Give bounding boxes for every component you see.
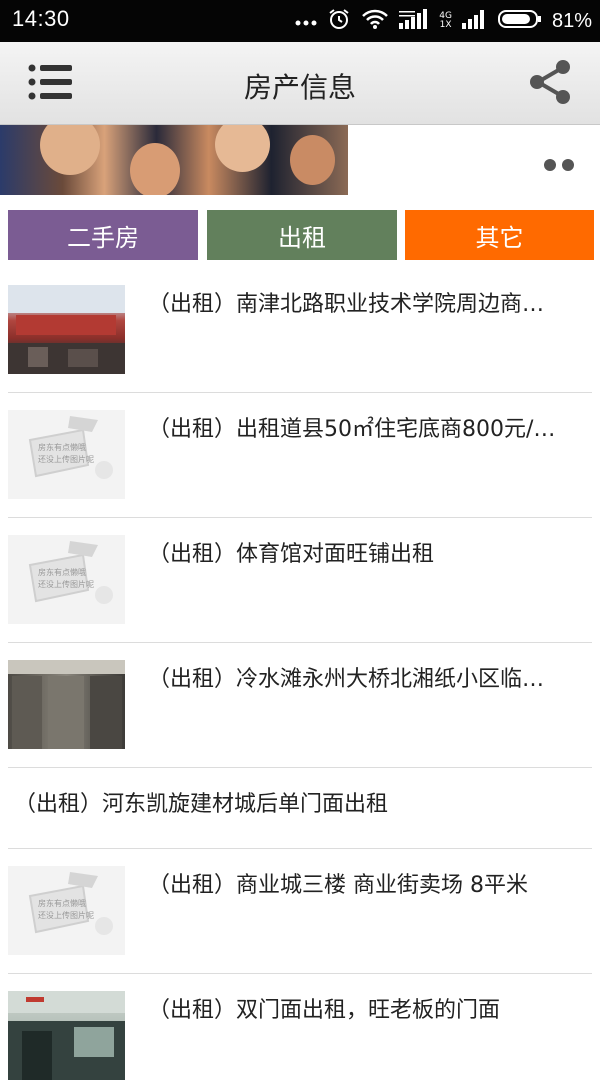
list-item[interactable]: 房东有点懒哦 还没上传图片呢 （出租）体育馆对面旺铺出租	[8, 518, 592, 643]
placeholder-line-2: 还没上传图片呢	[38, 910, 94, 920]
listing-title: （出租）冷水滩永州大桥北湘纸小区临…	[148, 667, 545, 692]
carousel-indicator[interactable]	[544, 159, 574, 171]
placeholder-line-1: 房东有点懒哦	[38, 567, 86, 577]
placeholder-line-1: 房东有点懒哦	[38, 898, 86, 908]
banner-image	[0, 125, 348, 195]
status-icons: 4G 1X 81%	[295, 6, 592, 36]
carousel-dot[interactable]	[562, 159, 574, 171]
listing-thumbnail	[8, 285, 125, 374]
list-item[interactable]: （出租）河东凯旋建材城后单门面出租	[8, 768, 592, 849]
carousel-dot[interactable]	[544, 159, 556, 171]
list-item[interactable]: 房东有点懒哦 还没上传图片呢 （出租）出租道县50㎡住宅底商800元/…	[8, 393, 592, 518]
listing-title: （出租）河东凯旋建材城后单门面出租	[14, 792, 389, 817]
placeholder-line-2: 还没上传图片呢	[38, 454, 94, 464]
category-tabs: 二手房 出租 其它	[8, 210, 594, 260]
listing-title: （出租）体育馆对面旺铺出租	[148, 542, 435, 567]
network-type-bottom: 1X	[439, 20, 452, 30]
battery-icon	[497, 9, 542, 33]
list-item[interactable]: （出租）冷水滩永州大桥北湘纸小区临…	[8, 643, 592, 768]
tab-other[interactable]: 其它	[405, 210, 594, 260]
no-image-placeholder: 房东有点懒哦 还没上传图片呢	[8, 410, 125, 499]
banner-carousel[interactable]	[0, 125, 600, 195]
no-image-placeholder: 房东有点懒哦 还没上传图片呢	[8, 866, 125, 955]
listing-title: （出租）双门面出租，旺老板的门面	[148, 998, 501, 1023]
page-title: 房产信息	[243, 71, 356, 104]
share-button[interactable]	[528, 58, 574, 106]
app-header: 房产信息	[0, 42, 600, 125]
tab-second-hand[interactable]: 二手房	[8, 210, 198, 260]
more-dots-icon	[295, 12, 317, 31]
network-type-label: 4G 1X	[439, 12, 452, 30]
placeholder-line-2: 还没上传图片呢	[38, 579, 94, 589]
list-item[interactable]: 房东有点懒哦 还没上传图片呢 （出租）商业城三楼 商业街卖场 8平米	[8, 849, 592, 974]
listing-thumbnail	[8, 660, 125, 749]
listing-title: （出租）商业城三楼 商业街卖场 8平米	[148, 873, 528, 898]
wifi-icon	[361, 8, 389, 34]
listing-title: （出租）南津北路职业技术学院周边商…	[148, 292, 545, 317]
status-time: 14:30	[12, 6, 70, 31]
listing-title: （出租）出租道县50㎡住宅底商800元/…	[148, 417, 556, 442]
tab-rent[interactable]: 出租	[207, 210, 397, 260]
list-item[interactable]: （出租）南津北路职业技术学院周边商…	[8, 268, 592, 393]
share-icon	[530, 60, 570, 104]
signal-2-icon	[461, 9, 488, 33]
battery-percent: 81%	[551, 9, 592, 32]
no-image-placeholder: 房东有点懒哦 还没上传图片呢	[8, 535, 125, 624]
alarm-icon	[327, 7, 351, 35]
listing-list: （出租）南津北路职业技术学院周边商… 房东有点懒哦 还没上传图片呢 （出租）出租…	[8, 268, 592, 1084]
status-bar: 14:30 4G 1X 81%	[0, 0, 600, 42]
list-item[interactable]: （出租）双门面出租，旺老板的门面	[8, 974, 592, 1084]
placeholder-line-1: 房东有点懒哦	[38, 442, 86, 452]
signal-1-icon	[399, 9, 429, 33]
